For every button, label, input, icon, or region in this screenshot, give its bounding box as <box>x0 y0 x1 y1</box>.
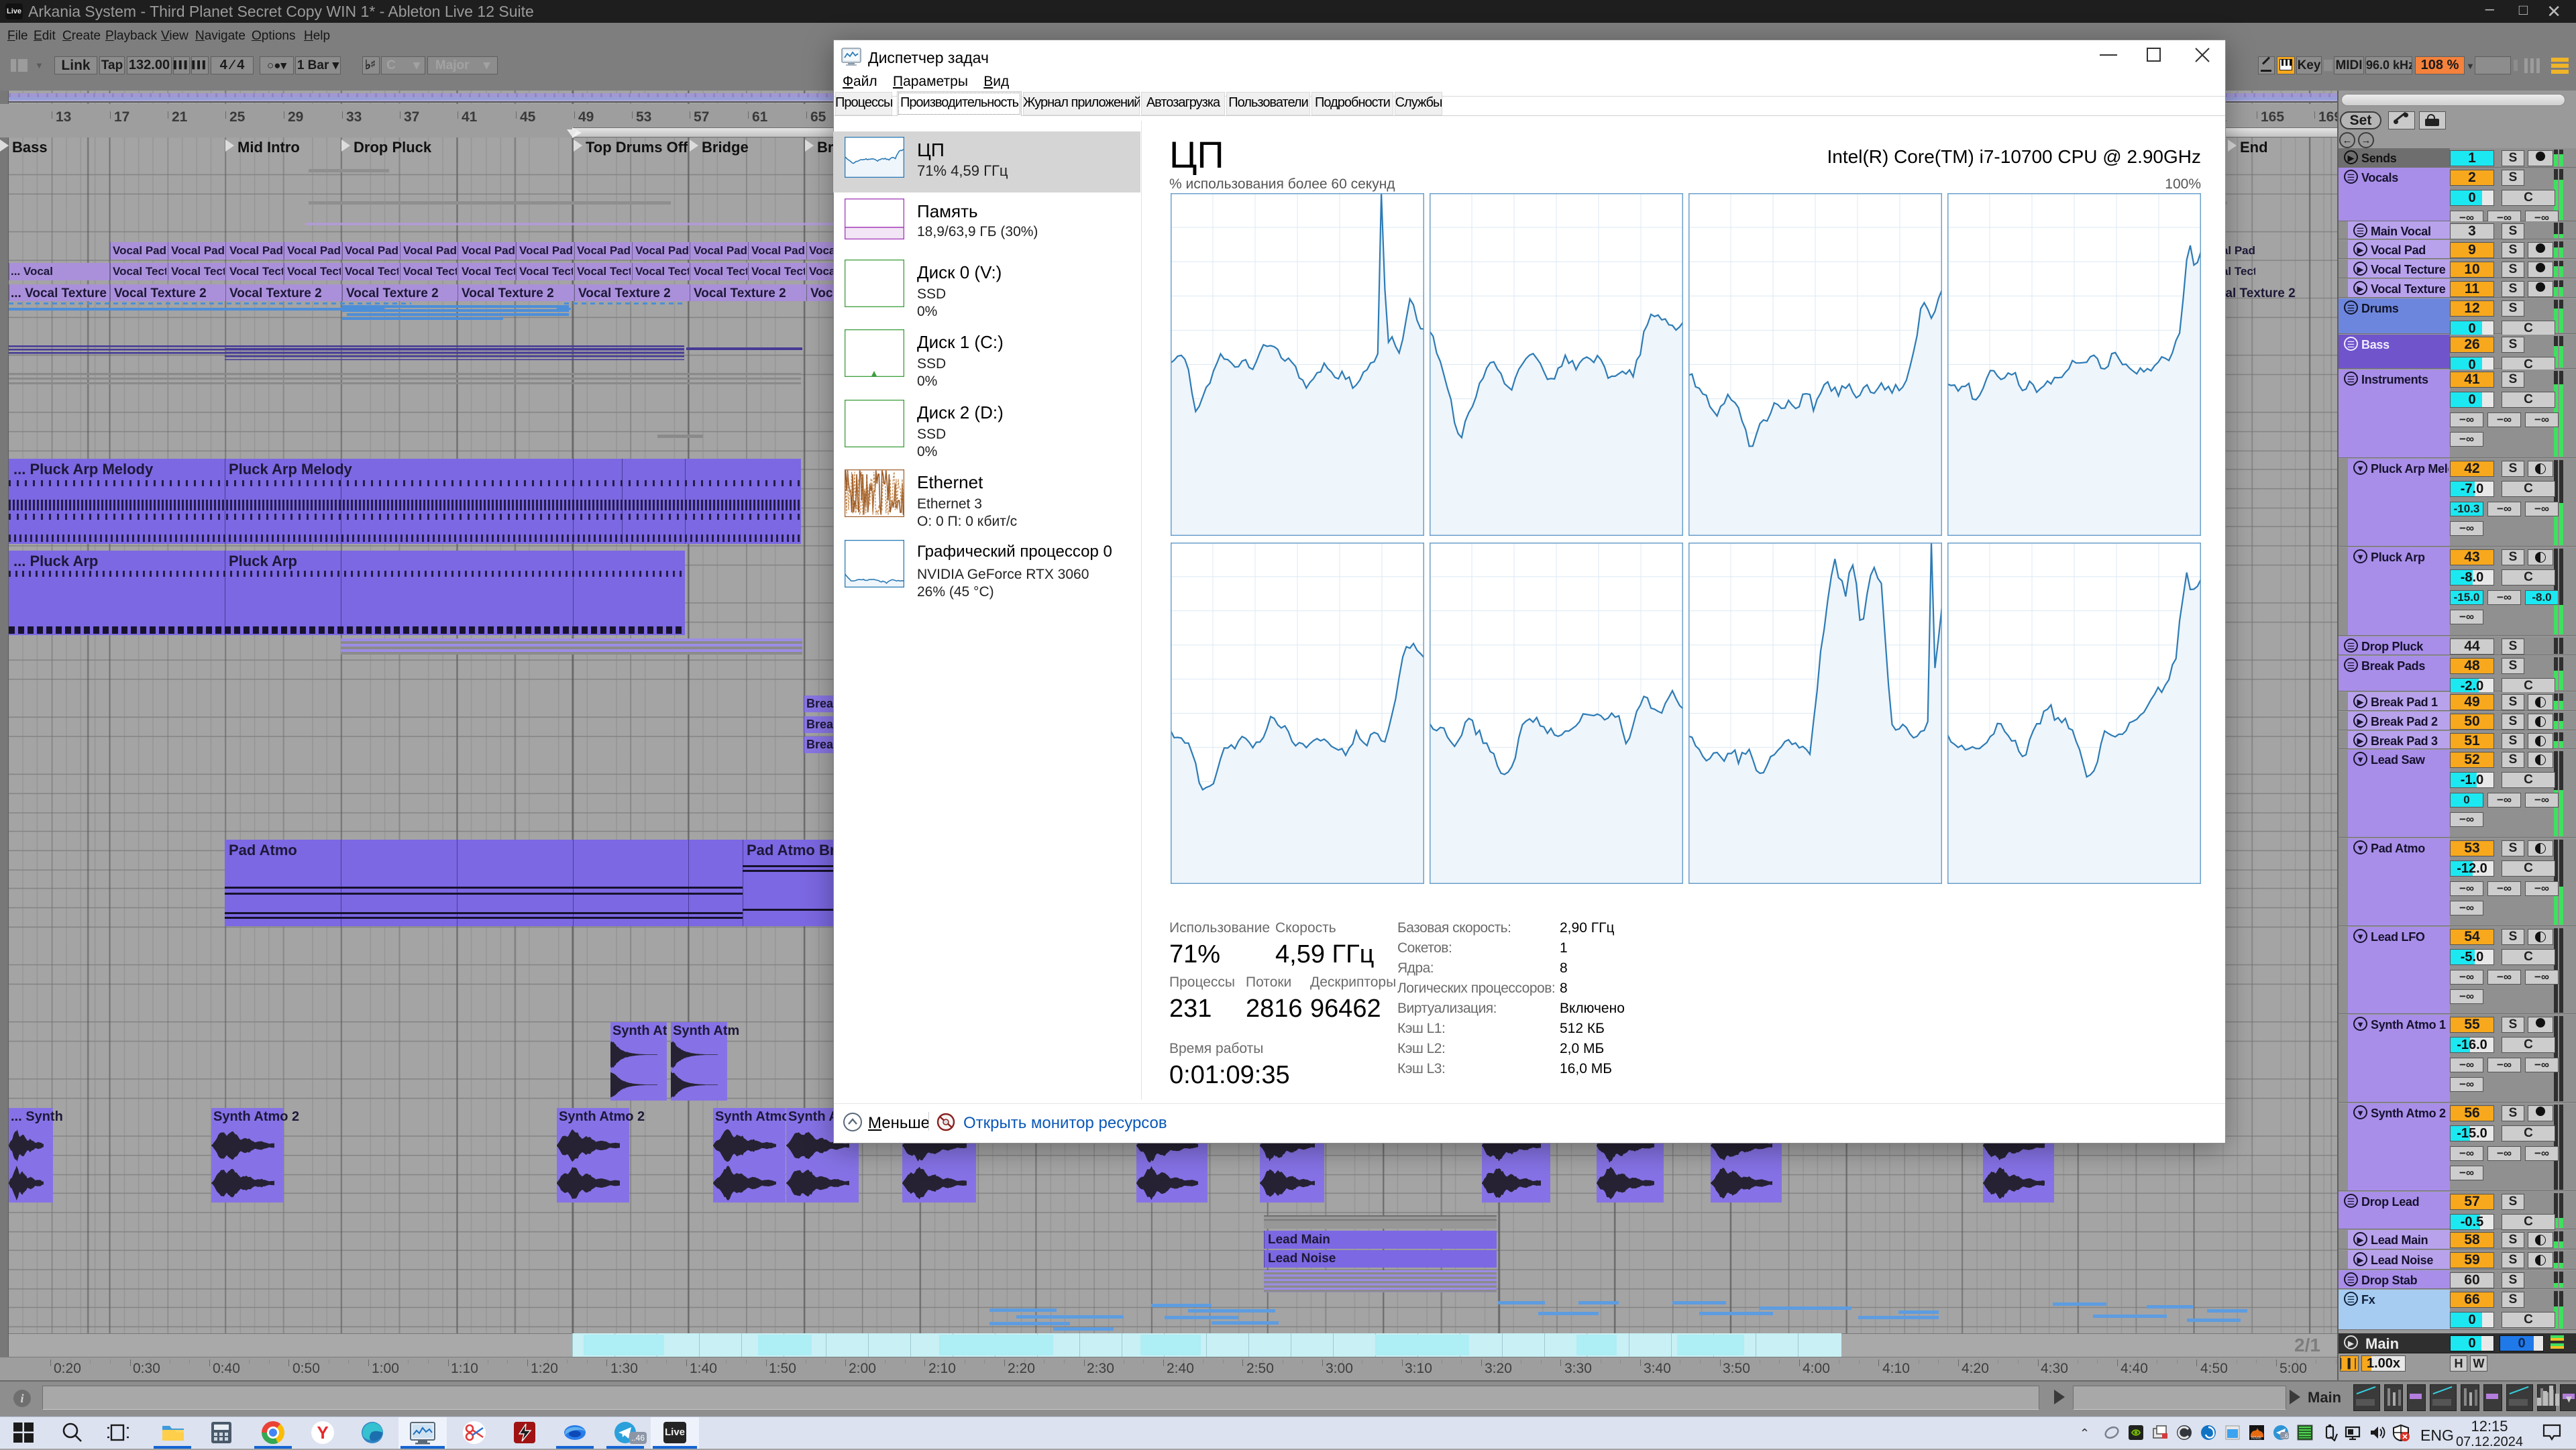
svg-text:RME: RME <box>2251 1436 2262 1441</box>
svg-text:..6: ..6 <box>2282 1433 2288 1439</box>
